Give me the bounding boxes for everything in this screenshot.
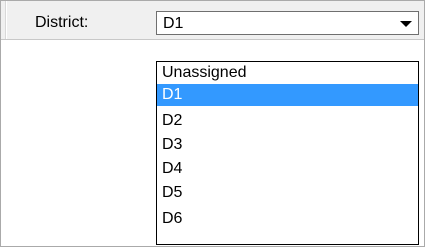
- dropdown-option-unassigned[interactable]: Unassigned: [157, 62, 418, 84]
- district-label: District:: [35, 14, 89, 31]
- dropdown-option-d1[interactable]: D1: [157, 84, 418, 106]
- dropdown-option-d3[interactable]: D3: [157, 134, 418, 156]
- dropdown-option-d2[interactable]: D2: [157, 110, 418, 132]
- district-selected-value: D1: [163, 15, 184, 32]
- panel-body: [1, 40, 154, 246]
- chevron-down-icon[interactable]: [400, 21, 412, 27]
- dropdown-option-d4[interactable]: D4: [157, 158, 418, 180]
- dropdown-option-d6[interactable]: D6: [157, 208, 418, 230]
- district-combobox[interactable]: D1: [156, 11, 419, 35]
- row-divider: [5, 1, 7, 39]
- dropdown-option-d5[interactable]: D5: [157, 182, 418, 204]
- district-dropdown-list[interactable]: Unassigned D1 D2 D3 D4 D5 D6: [156, 61, 419, 245]
- property-panel: District: D1 Unassigned D1 D2 D3 D4 D5 D…: [0, 0, 425, 247]
- district-row: District: D1: [1, 1, 424, 40]
